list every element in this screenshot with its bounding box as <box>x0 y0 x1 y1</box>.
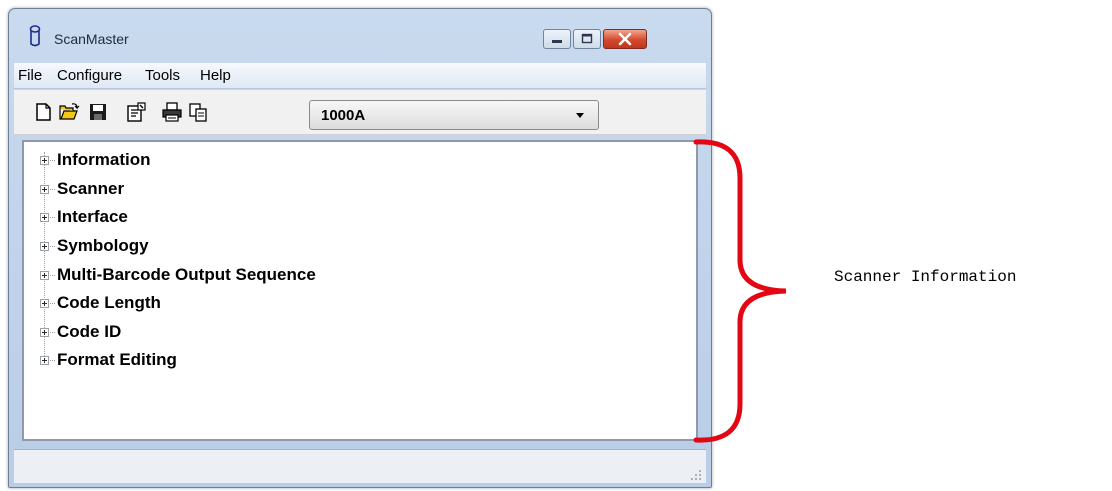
resize-grip-icon[interactable] <box>690 468 702 480</box>
expand-icon[interactable] <box>40 299 49 308</box>
scanmaster-window: ScanMaster File Configure Tools Help 100… <box>8 8 712 488</box>
tree-item-label: Scanner <box>57 179 125 198</box>
expand-icon[interactable] <box>40 185 49 194</box>
menu-bar: File Configure Tools Help <box>14 63 706 89</box>
app-icon <box>28 25 42 47</box>
tree-connector <box>50 217 55 218</box>
maximize-button[interactable] <box>573 29 601 49</box>
close-icon <box>618 32 632 46</box>
chevron-down-icon[interactable] <box>576 113 584 118</box>
tree-connector <box>50 275 55 276</box>
tree-item-label: Symbology <box>57 236 149 255</box>
save-icon[interactable] <box>87 101 109 123</box>
expand-icon[interactable] <box>40 328 49 337</box>
tree-item-label: Code Length <box>57 293 161 312</box>
curly-brace-annotation <box>693 139 787 443</box>
tree-connector <box>50 189 55 190</box>
toolbar: 1000A <box>14 90 706 135</box>
model-select[interactable]: 1000A <box>309 100 599 130</box>
tree-connector <box>50 332 55 333</box>
new-file-icon[interactable] <box>33 101 55 123</box>
tree-connector <box>50 360 55 361</box>
menu-file[interactable]: File <box>18 67 42 84</box>
print-icon[interactable] <box>161 101 183 123</box>
properties-icon[interactable] <box>125 101 147 123</box>
expand-icon[interactable] <box>40 356 49 365</box>
expand-icon[interactable] <box>40 242 49 251</box>
menu-tools[interactable]: Tools <box>145 67 180 84</box>
close-button[interactable] <box>603 29 647 49</box>
menu-configure[interactable]: Configure <box>57 67 122 84</box>
expand-icon[interactable] <box>40 271 49 280</box>
status-bar <box>14 449 706 483</box>
expand-icon[interactable] <box>40 213 49 222</box>
tree-connector <box>50 246 55 247</box>
window-title: ScanMaster <box>54 31 129 47</box>
tree-item-label: Format Editing <box>57 350 177 369</box>
tree-item-label: Information <box>57 150 151 169</box>
tree-view[interactable]: Information Scanner Interface Symbology … <box>22 140 698 441</box>
tree-connector <box>50 160 55 161</box>
tree-item-label: Code ID <box>57 322 122 341</box>
expand-icon[interactable] <box>40 156 49 165</box>
tree-item-label: Multi-Barcode Output Sequence <box>57 265 316 284</box>
model-select-value: 1000A <box>321 107 366 124</box>
minimize-button[interactable] <box>543 29 571 49</box>
menu-help[interactable]: Help <box>200 67 231 84</box>
tree-item-label: Interface <box>57 207 128 226</box>
annotation-label: Scanner Information <box>834 268 1017 286</box>
open-folder-icon[interactable] <box>58 101 80 123</box>
title-bar[interactable]: ScanMaster <box>9 9 711 63</box>
tree-connector <box>50 303 55 304</box>
copy-icon[interactable] <box>188 101 210 123</box>
